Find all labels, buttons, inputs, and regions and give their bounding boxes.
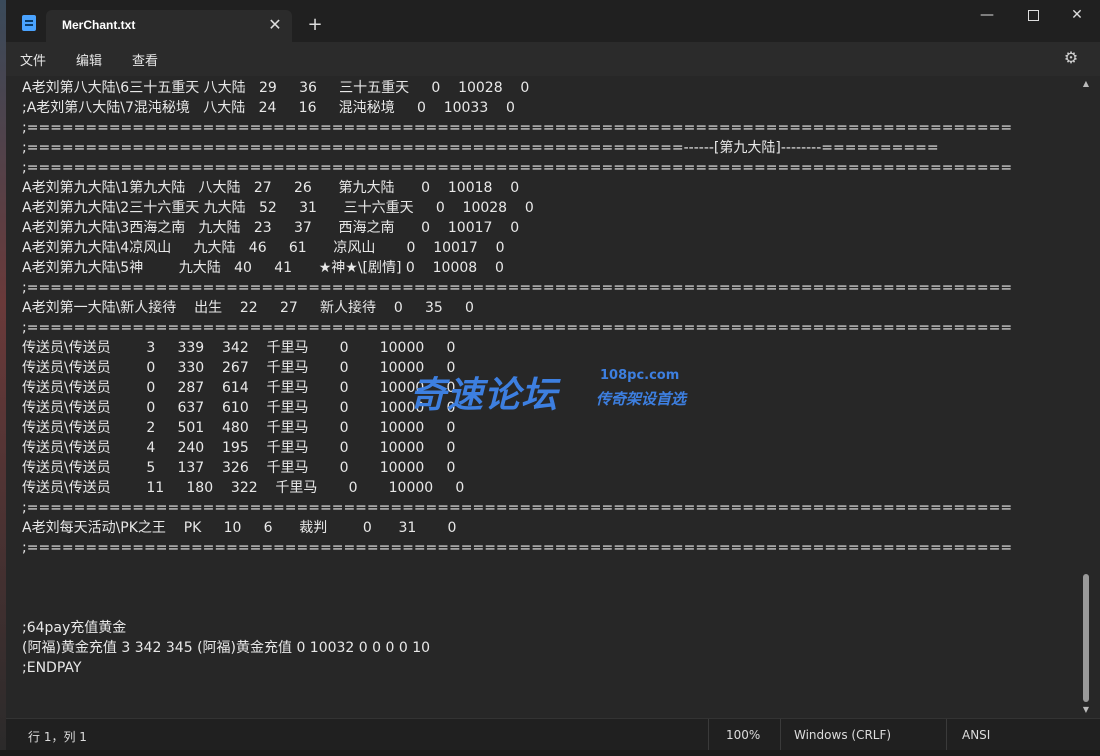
notepad-icon <box>22 15 36 31</box>
watermark-logo: 奇速论坛 108pc.com 传奇架设首选 <box>410 366 710 416</box>
menu-view[interactable]: 查看 <box>132 50 158 69</box>
tab-close-icon[interactable]: ✕ <box>264 14 286 36</box>
text-line: A老刘第九大陆\3西海之南 九大陆 23 37 西海之南 0 10017 0 <box>22 220 520 236</box>
watermark-sub-text: 传奇架设首选 <box>596 390 687 408</box>
vertical-scrollbar[interactable]: ▲ ▼ <box>1080 76 1092 718</box>
text-line: 传送员\传送员 2 501 480 千里马 0 10000 0 <box>22 420 456 436</box>
menu-edit[interactable]: 编辑 <box>76 50 102 69</box>
text-line: 传送员\传送员 0 637 610 千里马 0 10000 0 <box>22 400 456 416</box>
gear-icon[interactable]: ⚙ <box>1062 49 1080 67</box>
line-ending[interactable]: Windows (CRLF) <box>794 728 891 742</box>
text-line: ;=======================================… <box>22 280 1013 296</box>
text-line: 传送员\传送员 0 330 267 千里马 0 10000 0 <box>22 360 456 376</box>
status-divider <box>946 719 947 751</box>
scroll-thumb[interactable] <box>1083 574 1089 702</box>
text-line: A老刘第九大陆\2三十六重天 九大陆 52 31 三十六重天 0 10028 0 <box>22 200 534 216</box>
text-line: ;=======================================… <box>22 140 939 156</box>
text-line: A老刘第八大陆\6三十五重天 八大陆 29 36 三十五重天 0 10028 0 <box>22 80 530 96</box>
encoding[interactable]: ANSI <box>962 728 990 742</box>
text-line: ;A老刘第八大陆\7混沌秘境 八大陆 24 16 混沌秘境 0 10033 0 <box>22 100 515 116</box>
close-button[interactable]: ✕ <box>1054 0 1100 32</box>
taskbar-edge <box>0 750 1100 756</box>
cursor-position: 行 1，列 1 <box>28 730 87 744</box>
text-line: ;=======================================… <box>22 320 1013 336</box>
minimize-button[interactable]: — <box>964 0 1010 32</box>
watermark-main-text: 奇速论坛 <box>410 375 559 416</box>
text-line: ;=======================================… <box>22 160 1013 176</box>
text-line: ;=======================================… <box>22 120 1013 136</box>
text-line: 传送员\传送员 5 137 326 千里马 0 10000 0 <box>22 460 456 476</box>
status-bar: 行 1，列 1 100% Windows (CRLF) ANSI <box>6 718 1100 751</box>
text-line: 传送员\传送员 3 339 342 千里马 0 10000 0 <box>22 340 456 356</box>
status-divider <box>780 719 781 751</box>
text-line: (阿福)黄金充值 3 342 345 (阿福)黄金充值 0 10032 0 0 … <box>22 640 431 656</box>
text-line: A老刘第一大陆\新人接待 出生 22 27 新人接待 0 35 0 <box>22 300 474 316</box>
tab-title: MerChant.txt <box>62 18 136 32</box>
text-line: ;ENDPAY <box>22 660 82 676</box>
text-line: A老刘第九大陆\1第九大陆 八大陆 27 26 第九大陆 0 10018 0 <box>22 180 520 196</box>
text-line: 传送员\传送员 11 180 322 千里马 0 10000 0 <box>22 480 465 496</box>
scroll-up-icon[interactable]: ▲ <box>1080 78 1092 90</box>
title-bar[interactable]: MerChant.txt ✕ + — ✕ <box>6 0 1100 42</box>
menu-file[interactable]: 文件 <box>20 50 46 69</box>
new-tab-icon[interactable]: + <box>304 14 326 36</box>
maximize-button[interactable] <box>1010 0 1056 32</box>
text-line: 传送员\传送员 4 240 195 千里马 0 10000 0 <box>22 440 456 456</box>
text-line: ;=======================================… <box>22 540 1013 556</box>
text-line: A老刘每天活动\PK之王 PK 10 6 裁判 0 31 0 <box>22 520 457 536</box>
zoom-level[interactable]: 100% <box>726 728 760 742</box>
tab-merchant-txt[interactable]: MerChant.txt ✕ <box>46 10 292 42</box>
scroll-down-icon[interactable]: ▼ <box>1080 704 1092 716</box>
menu-bar: 文件 编辑 查看 ⚙ <box>6 42 1100 76</box>
maximize-icon <box>1027 9 1039 21</box>
text-line: A老刘第九大陆\4凉风山 九大陆 46 61 凉风山 0 10017 0 <box>22 240 505 256</box>
text-line: A老刘第九大陆\5神 九大陆 40 41 ★神★\[剧情] 0 10008 0 <box>22 260 504 276</box>
text-line: 传送员\传送员 0 287 614 千里马 0 10000 0 <box>22 380 456 396</box>
notepad-window: MerChant.txt ✕ + — ✕ 文件 编辑 查看 ⚙ A老刘第八大陆\… <box>6 0 1100 756</box>
text-line: ;64pay充值黄金 <box>22 620 127 636</box>
status-divider <box>708 719 709 751</box>
watermark-url: 108pc.com <box>600 368 680 383</box>
text-line: ;=======================================… <box>22 500 1013 516</box>
